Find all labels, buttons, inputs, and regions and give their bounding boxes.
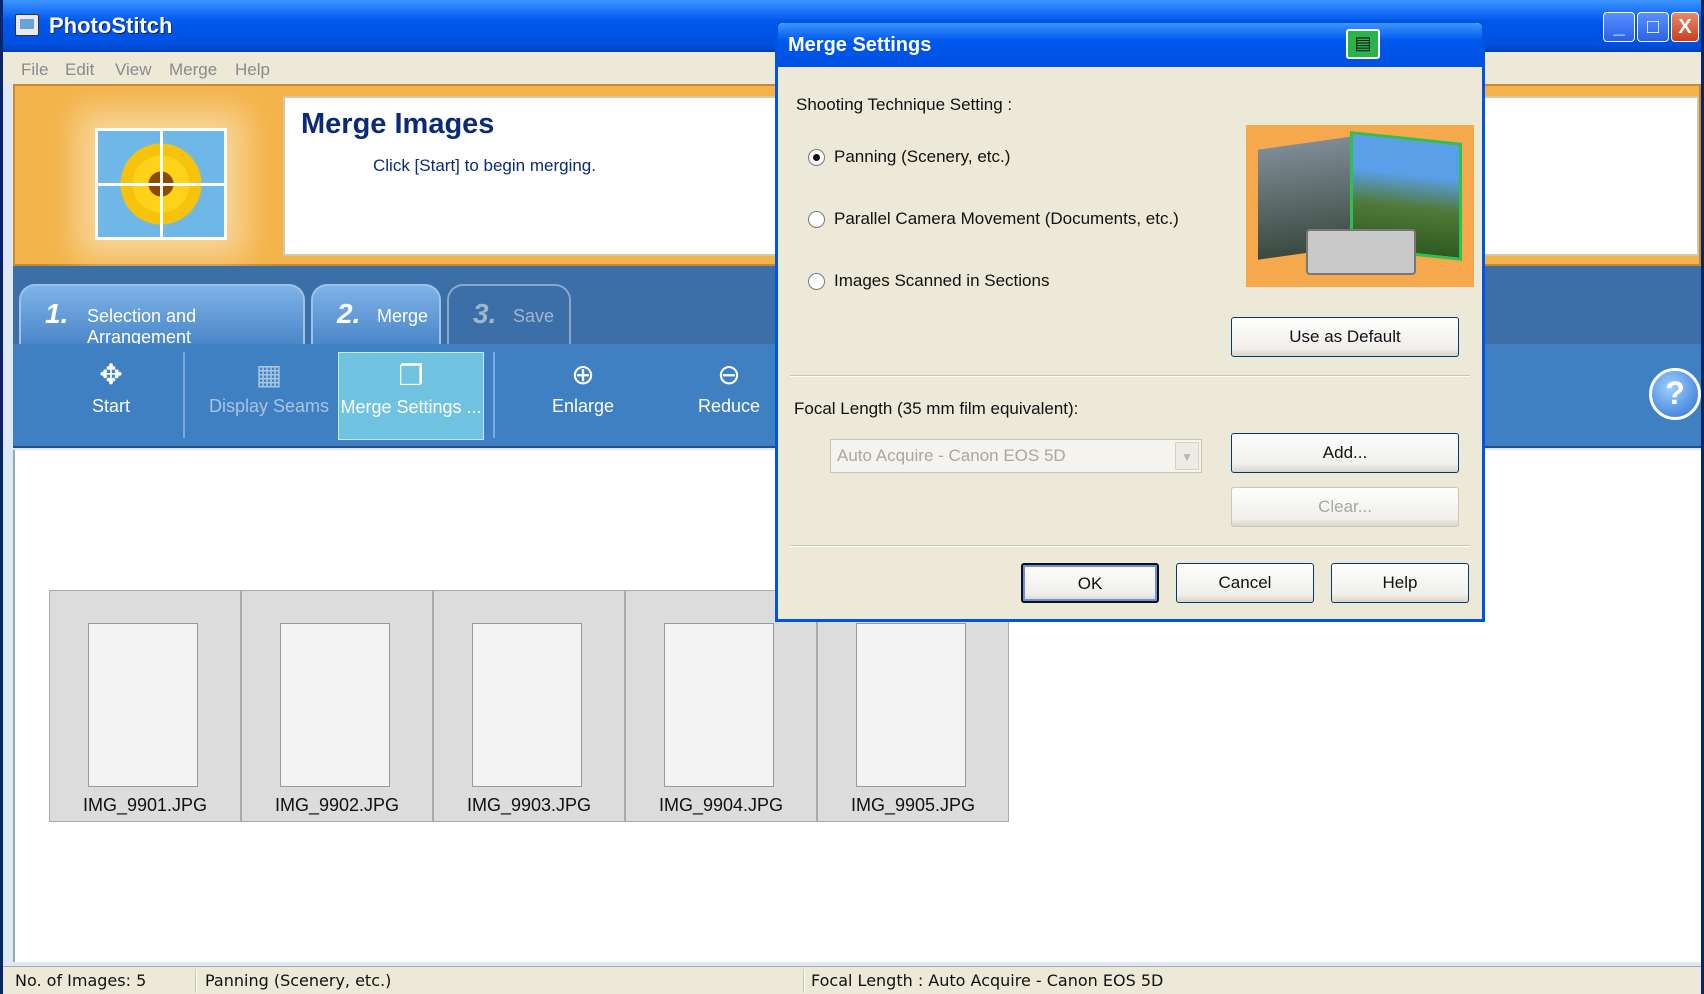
clear-button[interactable]: Clear... <box>1231 487 1459 527</box>
thumbnail-image <box>280 623 390 787</box>
zoom-out-icon: ⊖ <box>717 359 741 390</box>
tab-label: Merge <box>377 306 429 326</box>
thumbnail-filename: IMG_9901.JPG <box>82 795 208 815</box>
thumbnail-filename: IMG_9905.JPG <box>850 795 976 815</box>
radio-parallel-movement[interactable] <box>808 211 825 228</box>
thumbnail-image <box>88 623 198 787</box>
minimize-button[interactable]: _ <box>1603 12 1635 42</box>
thumbnail-image <box>472 623 582 787</box>
tab-number: 1. <box>45 298 69 329</box>
ok-button[interactable]: OK <box>1021 563 1159 603</box>
printer-icon[interactable]: ▤ <box>1346 29 1380 59</box>
merge-settings-icon: ❐ <box>398 360 424 391</box>
status-divider <box>195 969 197 993</box>
cancel-button[interactable]: Cancel <box>1176 563 1314 603</box>
tab-selection-arrangement[interactable]: 1. Selection and Arrangement <box>19 284 305 347</box>
radio-parallel-movement-label[interactable]: Parallel Camera Movement (Documents, etc… <box>834 209 1179 229</box>
app-icon <box>15 14 39 36</box>
menu-help[interactable]: Help <box>235 60 270 80</box>
reduce-button[interactable]: ⊖ Reduce <box>679 352 779 440</box>
display-seams-button[interactable]: ▦ Display Seams <box>205 352 333 440</box>
tab-merge[interactable]: 2. Merge <box>311 284 441 344</box>
thumbnail-item[interactable]: IMG_9901.JPG <box>49 590 241 822</box>
display-seams-label: Display Seams <box>208 396 330 416</box>
tab-save[interactable]: 3. Save <box>447 284 571 344</box>
zoom-in-icon: ⊕ <box>571 359 595 390</box>
radio-panning[interactable] <box>808 149 825 166</box>
dialog-divider <box>790 375 1470 377</box>
thumbnail-filename: IMG_9904.JPG <box>658 795 784 815</box>
close-button[interactable]: X <box>1671 12 1699 42</box>
menu-merge[interactable]: Merge <box>169 60 217 80</box>
help-icon[interactable]: ? <box>1649 368 1701 420</box>
menu-edit[interactable]: Edit <box>65 60 94 80</box>
chevron-down-icon[interactable]: ▼ <box>1175 442 1199 470</box>
page-title: Merge Images <box>301 108 495 140</box>
radio-panning-label[interactable]: Panning (Scenery, etc.) <box>834 147 1010 167</box>
thumbnail-item[interactable]: IMG_9904.JPG <box>625 590 817 822</box>
seams-icon: ▦ <box>255 359 283 390</box>
focal-length-label: Focal Length (35 mm film equivalent): <box>794 399 1079 418</box>
thumbnail-item[interactable]: IMG_9902.JPG <box>241 590 433 822</box>
merge-settings-button[interactable]: ❐ Merge Settings ... <box>338 352 484 440</box>
status-divider <box>803 969 805 993</box>
add-button[interactable]: Add... <box>1231 433 1459 473</box>
page-subtitle: Click [Start] to begin merging. <box>373 156 596 175</box>
dialog-title: Merge Settings <box>788 34 932 56</box>
focal-length-select[interactable]: Auto Acquire - Canon EOS 5D ▼ <box>830 439 1202 473</box>
help-button[interactable]: Help <box>1331 563 1469 603</box>
dialog-title-bar[interactable]: Merge Settings ▤ <box>778 23 1482 67</box>
start-icon: ✥ <box>99 359 123 390</box>
status-image-count: No. of Images: 5 <box>15 971 147 990</box>
status-technique: Panning (Scenery, etc.) <box>205 971 392 990</box>
app-title: PhotoStitch <box>49 13 173 38</box>
thumbnail-image <box>856 623 966 787</box>
tab-label: Selection and Arrangement <box>87 306 197 347</box>
tab-label: Save <box>513 306 555 326</box>
toolbar-separator <box>493 352 495 438</box>
status-focal-length: Focal Length : Auto Acquire - Canon EOS … <box>811 971 1164 990</box>
panning-illustration <box>1246 125 1474 287</box>
enlarge-button[interactable]: ⊕ Enlarge <box>533 352 633 440</box>
thumbnail-item[interactable]: IMG_9903.JPG <box>433 590 625 822</box>
maximize-button[interactable]: □ <box>1637 12 1669 42</box>
thumbnail-filename: IMG_9902.JPG <box>274 795 400 815</box>
merge-settings-dialog: Merge Settings ▤ Shooting Technique Sett… <box>775 20 1485 622</box>
tab-number: 3. <box>473 298 497 329</box>
use-as-default-button[interactable]: Use as Default <box>1231 317 1459 357</box>
thumbnail-item[interactable]: IMG_9905.JPG <box>817 590 1009 822</box>
status-bar: No. of Images: 5 Panning (Scenery, etc.)… <box>3 966 1701 994</box>
camera-icon <box>1306 229 1416 275</box>
tab-number: 2. <box>337 298 361 329</box>
radio-scanned-sections[interactable] <box>808 273 825 290</box>
toolbar-separator <box>183 352 185 438</box>
enlarge-label: Enlarge <box>551 396 615 416</box>
start-label: Start <box>91 396 130 416</box>
focal-length-value: Auto Acquire - Canon EOS 5D <box>837 446 1066 465</box>
reduce-label: Reduce <box>697 396 761 416</box>
shooting-technique-label: Shooting Technique Setting : <box>796 95 1013 114</box>
menu-file[interactable]: File <box>21 60 48 80</box>
menu-view[interactable]: View <box>115 60 152 80</box>
start-button[interactable]: ✥ Start <box>53 352 169 440</box>
thumbnail-image <box>664 623 774 787</box>
merge-flower-icon <box>95 128 227 240</box>
radio-scanned-sections-label[interactable]: Images Scanned in Sections <box>834 271 1049 291</box>
merge-settings-label: Merge Settings ... <box>340 397 482 417</box>
dialog-divider <box>790 545 1470 547</box>
thumbnail-filename: IMG_9903.JPG <box>466 795 592 815</box>
